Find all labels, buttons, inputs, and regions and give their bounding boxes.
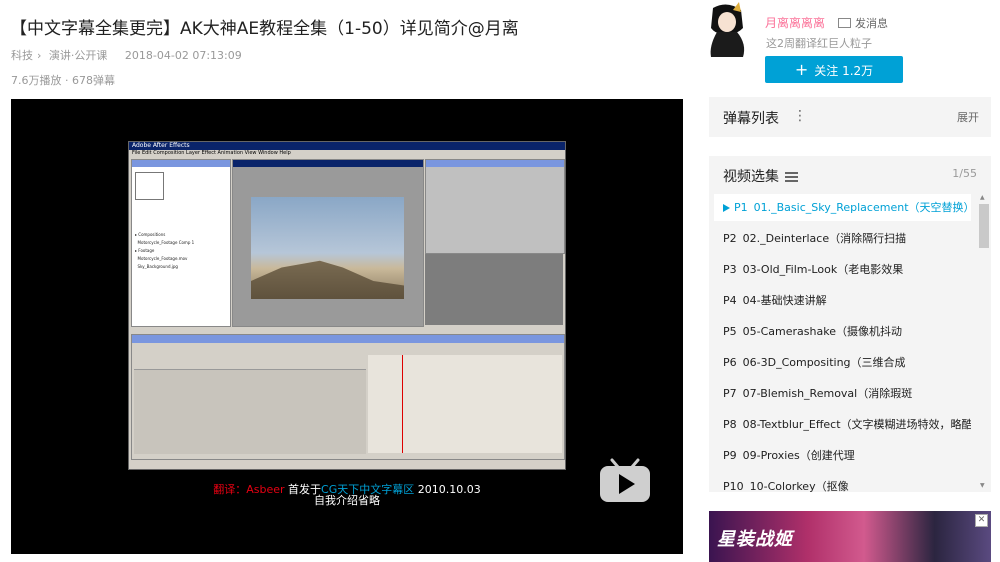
ae-window-title: Adobe After Effects	[129, 142, 565, 150]
playlist-item-title: 03-Old_Film-Look（老电影效果	[742, 263, 904, 276]
breadcrumb-chevron-icon: ›	[37, 49, 42, 62]
ae-menu-bar: File Edit Composition Layer Effect Anima…	[129, 150, 565, 157]
scroll-down-icon[interactable]: ▼	[980, 482, 985, 489]
playlist-item[interactable]: P6 06-3D_Compositing（三维合成	[714, 349, 971, 376]
category-link[interactable]: 科技	[11, 49, 33, 62]
playlist-item-number: P6	[723, 356, 737, 369]
video-meta: 科技 › 演讲·公开课 2018-04-02 07:13:09	[11, 47, 246, 63]
list-icon	[785, 172, 798, 182]
playlist-item-number: P4	[723, 294, 737, 307]
playlist-scrollbar[interactable]: ▲ ▼	[978, 194, 989, 489]
motocross-frame	[251, 197, 404, 299]
ae-screenshot-frame: Adobe After Effects File Edit Compositio…	[128, 141, 566, 470]
playlist-item-title: 05-Camerashake（摄像机抖动	[742, 325, 902, 338]
playlist-item-number: P5	[723, 325, 737, 338]
playlist-item[interactable]: P9 09-Proxies（创建代理	[714, 442, 971, 469]
danmaku-list-bar[interactable]: 弹幕列表 ⋮ 展开	[709, 97, 991, 137]
send-message-button[interactable]: 发消息	[838, 15, 888, 31]
playlist-item[interactable]: P1 01._Basic_Sky_Replacement（天空替换）	[714, 194, 971, 221]
playlist-item-title: 10-Colorkey（抠像	[749, 480, 849, 493]
plus-icon: +	[794, 60, 809, 79]
ad-close-icon[interactable]: ✕	[975, 514, 988, 527]
playlist-item-title: 09-Proxies（创建代理	[742, 449, 855, 462]
ae-footage-panel	[425, 159, 565, 254]
playlist-panel: 视频选集 1/55 P1 01._Basic_Sky_Replacement（天空…	[709, 156, 991, 493]
ad-text: 星装战姬	[717, 529, 793, 550]
playlist-item-number: P3	[723, 263, 737, 276]
playlist-item-title: 08-Textblur_Effect（文字模糊进场特效，略酷	[742, 418, 971, 431]
playlist-item-number: P1	[734, 201, 748, 214]
bilibili-play-icon[interactable]	[598, 458, 652, 504]
ad-banner[interactable]: 星装战姬 ✕	[709, 511, 991, 562]
video-player[interactable]: Adobe After Effects File Edit Compositio…	[11, 99, 683, 554]
follow-button[interactable]: + 关注 1.2万	[765, 56, 903, 83]
video-title: 【中文字幕全集更完】AK大神AE教程全集（1-50）详见简介@月离	[10, 19, 519, 39]
publish-date: 2018-04-02 07:13:09	[124, 49, 242, 62]
playlist-item-title: 06-3D_Compositing（三维合成	[742, 356, 906, 369]
danmaku-list-label: 弹幕列表	[723, 111, 779, 127]
subcategory-link[interactable]: 演讲·公开课	[49, 49, 108, 62]
playlist-item-title: 02._Deinterlace（消除隔行扫描	[742, 232, 907, 245]
now-playing-icon	[723, 204, 730, 212]
playlist-item-title: 07-Blemish_Removal（消除瑕斑	[742, 387, 913, 400]
playlist-item[interactable]: P5 05-Camerashake（摄像机抖动	[714, 318, 971, 345]
expand-button[interactable]: 展开	[957, 109, 979, 125]
playlist-item-number: P8	[723, 418, 737, 431]
playlist-item[interactable]: P4 04-基础快速讲解	[714, 287, 971, 314]
playlist-item[interactable]: P10 10-Colorkey（抠像	[714, 473, 971, 500]
uploader-avatar[interactable]	[703, 2, 750, 57]
ae-project-panel: ▸ Compositions Motorcycle_Footage Comp 1…	[131, 159, 231, 327]
subtitle-line-2: 自我介绍省略	[314, 494, 380, 507]
playlist-item-title: 01._Basic_Sky_Replacement（天空替换）	[753, 201, 971, 214]
ae-composition-panel	[232, 159, 424, 327]
playlist-item[interactable]: P8 08-Textblur_Effect（文字模糊进场特效，略酷	[714, 411, 971, 438]
uploader-name[interactable]: 月离离离离	[765, 14, 825, 31]
playlist-item-number: P2	[723, 232, 737, 245]
playlist-item[interactable]: P7 07-Blemish_Removal（消除瑕斑	[714, 380, 971, 407]
uploader-signature: 这2周翻译红巨人粒子	[766, 37, 872, 50]
playlist-header: 视频选集	[723, 166, 798, 186]
more-options-icon[interactable]: ⋮	[793, 108, 807, 124]
playlist-item[interactable]: P3 03-Old_Film-Look（老电影效果	[714, 256, 971, 283]
envelope-icon	[838, 18, 851, 28]
playlist-item-title: 04-基础快速讲解	[742, 294, 827, 307]
playlist-item[interactable]: P2 02._Deinterlace（消除隔行扫描	[714, 225, 971, 252]
playlist-item-number: P9	[723, 449, 737, 462]
scrollbar-thumb[interactable]	[979, 204, 989, 248]
playlist-count: 1/55	[952, 167, 977, 180]
scroll-up-icon[interactable]: ▲	[980, 194, 985, 201]
playlist-item-number: P10	[723, 480, 744, 493]
ae-timeline-panel	[131, 334, 565, 460]
video-stats: 7.6万播放 · 678弹幕	[11, 74, 115, 87]
playlist-item-number: P7	[723, 387, 737, 400]
